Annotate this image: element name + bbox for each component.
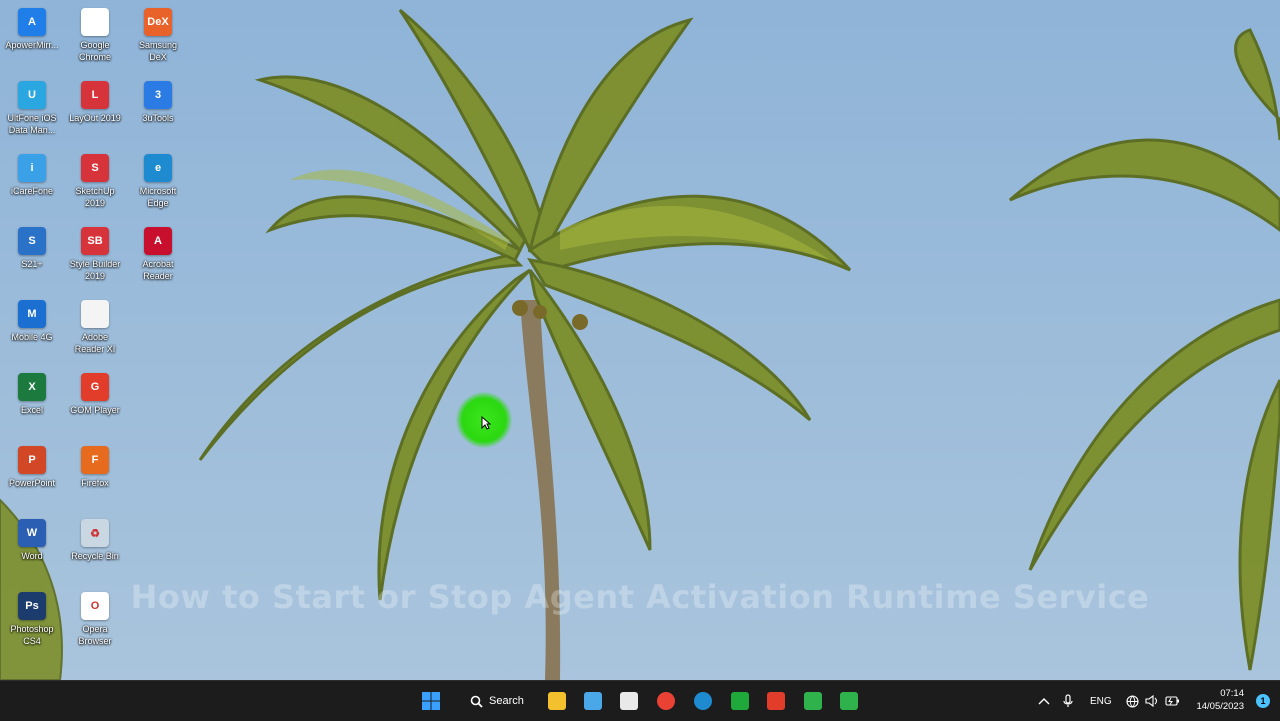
chevron-up-icon (1038, 698, 1050, 705)
desktop-icon-label: SketchUp 2019 (75, 186, 115, 208)
samsung-dex-icon: DeX (144, 8, 172, 36)
clock-date: 14/05/2023 (1196, 701, 1244, 712)
desktop-icon[interactable]: X Excel (1, 369, 63, 437)
file-explorer-icon[interactable] (541, 685, 573, 717)
desktop-icon-label: iCareFone (10, 186, 54, 196)
desktop-icon[interactable]: W Word (1, 515, 63, 583)
battery-icon[interactable] (1165, 681, 1179, 721)
icarefone-icon: i (18, 154, 46, 182)
apowermirror-icon: A (18, 8, 46, 36)
camtasia-2-icon-glyph (840, 692, 858, 710)
language-indicator[interactable]: ENG (1090, 681, 1112, 721)
chrome-icon (81, 8, 109, 36)
desktop-icon[interactable]: P PowerPoint (1, 442, 63, 510)
app-heart-icon[interactable] (724, 685, 756, 717)
layout-icon: L (81, 81, 109, 109)
desktop-icon-label: UltFone iOS Data Man... (7, 113, 57, 135)
recorder-icon-glyph (767, 692, 785, 710)
gom-player-icon: G (81, 373, 109, 401)
desktop-icon[interactable]: e Microsoft Edge (127, 150, 189, 218)
desktop-icon[interactable]: Google Chrome (64, 4, 126, 72)
notification-badge[interactable]: 1 (1256, 694, 1270, 708)
edge-taskbar-icon-glyph (694, 692, 712, 710)
recorder-icon[interactable] (760, 685, 792, 717)
desktop-icon-label: Mobile 4G (11, 332, 53, 342)
notepad-icon-glyph (584, 692, 602, 710)
desktop-icon[interactable]: SB Style Builder 2019 (64, 223, 126, 291)
volume-icon[interactable] (1145, 681, 1159, 721)
desktop-icon-label: Microsoft Edge (139, 186, 177, 208)
store-icon-glyph (620, 692, 638, 710)
desktop-icon[interactable]: G GOM Player (64, 369, 126, 437)
taskbar: Search ENG 07:14 14/05/2023 1 (0, 680, 1280, 721)
microphone-icon[interactable] (1063, 681, 1073, 721)
desktop-icon-label: Opera Browser (78, 624, 112, 646)
sketchup-icon: S (81, 154, 109, 182)
desktop-icon-label: Samsung DeX (138, 40, 178, 62)
excel-icon: X (18, 373, 46, 401)
style-builder-icon: SB (81, 227, 109, 255)
desktop-icon[interactable]: 3 3uTools (127, 77, 189, 145)
s21-icon: S (18, 227, 46, 255)
desktop-icon[interactable]: i iCareFone (1, 150, 63, 218)
taskbar-search-button[interactable]: Search (462, 687, 532, 715)
desktop-icon-label: LayOut 2019 (69, 113, 121, 123)
firefox-icon: F (81, 446, 109, 474)
camtasia-2-icon[interactable] (833, 685, 865, 717)
clock-time: 07:14 (1220, 688, 1244, 699)
desktop-icon[interactable]: M Mobile 4G (1, 296, 63, 364)
app-heart-icon-glyph (731, 692, 749, 710)
recycle-bin-icon: ♻ (81, 519, 109, 547)
desktop-icon-label: Excel (20, 405, 43, 415)
desktop-icon[interactable]: S SketchUp 2019 (64, 150, 126, 218)
document-icon (81, 300, 109, 328)
3utools-icon: 3 (144, 81, 172, 109)
desktop-icon-label: Photoshop CS4 (10, 624, 54, 646)
edge-icon: e (144, 154, 172, 182)
desktop-icon[interactable]: S S21+ (1, 223, 63, 291)
desktop-icon-label: Acrobat Reader (142, 259, 174, 281)
network-icon[interactable] (1126, 681, 1139, 721)
desktop-icon-label: Google Chrome (78, 40, 111, 62)
desktop-icon-label: Word (21, 551, 43, 561)
desktop-icon[interactable]: DeX Samsung DeX (127, 4, 189, 72)
chrome-taskbar-icon-glyph (657, 692, 675, 710)
edge-taskbar-icon[interactable] (687, 685, 719, 717)
taskbar-clock[interactable]: 07:14 14/05/2023 (1184, 687, 1244, 713)
ultfone-icon: U (18, 81, 46, 109)
video-overlay-title: How to Start or Stop Agent Activation Ru… (130, 578, 1150, 616)
desktop-icon-label: S21+ (21, 259, 43, 269)
desktop-icon-label: ApowerMirr... (5, 40, 59, 50)
desktop-icon[interactable]: L LayOut 2019 (64, 77, 126, 145)
desktop-icon[interactable]: Adobe Reader XI (64, 296, 126, 364)
desktop-icon[interactable]: A ApowerMirr... (1, 4, 63, 72)
desktop-icon-label: GOM Player (70, 405, 120, 415)
desktop-icon-label: PowerPoint (8, 478, 56, 488)
desktop-icon-label: Style Builder 2019 (69, 259, 121, 281)
mouse-cursor-icon (481, 416, 491, 430)
search-icon (470, 695, 483, 708)
desktop-icon-label: 3uTools (142, 113, 174, 123)
desktop-icon[interactable]: U UltFone iOS Data Man... (1, 77, 63, 145)
desktop-icon[interactable]: ♻ Recycle Bin (64, 515, 126, 583)
file-explorer-icon-glyph (548, 692, 566, 710)
store-icon[interactable] (613, 685, 645, 717)
word-icon: W (18, 519, 46, 547)
acrobat-icon: A (144, 227, 172, 255)
desktop-icon[interactable]: A Acrobat Reader (127, 223, 189, 291)
desktop-icon-label: Recycle Bin (71, 551, 119, 561)
camtasia-icon-glyph (804, 692, 822, 710)
search-label: Search (489, 695, 524, 707)
mobile-4g-icon: M (18, 300, 46, 328)
desktop-icon-label: Firefox (81, 478, 109, 488)
start-button[interactable] (415, 685, 447, 717)
show-hidden-icons-button[interactable] (1038, 681, 1050, 721)
chrome-taskbar-icon[interactable] (650, 685, 682, 717)
powerpoint-icon: P (18, 446, 46, 474)
desktop-icon-label: Adobe Reader XI (74, 332, 116, 354)
desktop-icon[interactable]: F Firefox (64, 442, 126, 510)
notepad-icon[interactable] (577, 685, 609, 717)
camtasia-icon[interactable] (797, 685, 829, 717)
language-label: ENG (1090, 695, 1112, 707)
